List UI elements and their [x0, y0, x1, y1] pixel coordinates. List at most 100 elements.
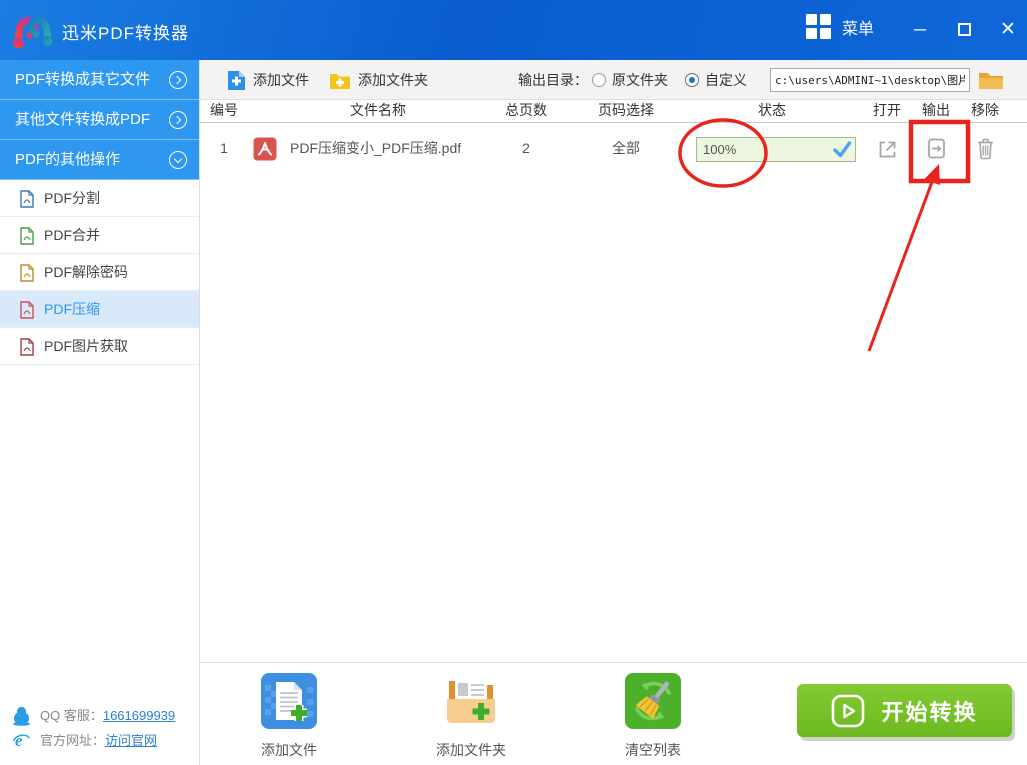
close-button[interactable]: ✕	[992, 14, 1024, 46]
chevron-right-icon	[169, 111, 187, 129]
add-file-label: 添加文件	[253, 70, 309, 90]
support-block: QQ 客服：1661699939 e 官方网址：访问官网	[0, 703, 200, 753]
progress-bar: 100%	[696, 137, 856, 162]
sidebar-item-label: PDF分割	[44, 190, 100, 206]
folder-icon	[978, 69, 1004, 90]
output-folder-button[interactable]	[925, 137, 948, 160]
sidebar-item-label: PDF压缩	[44, 301, 100, 317]
progress-percent: 100%	[703, 138, 736, 162]
col-filename: 文件名称	[350, 100, 406, 121]
chevron-down-icon	[169, 151, 187, 169]
add-file-button[interactable]: 添加文件	[227, 60, 309, 100]
add-file-big-icon	[261, 673, 317, 729]
start-convert-button[interactable]: 开始转换	[797, 684, 1012, 737]
sidebar-item-pdf-remove-password[interactable]: PDF解除密码	[0, 254, 199, 291]
sidebar-item-label: PDF图片获取	[44, 338, 128, 354]
start-convert-label: 开始转换	[881, 695, 977, 727]
browse-folder-button[interactable]	[978, 69, 1004, 91]
col-output: 输出	[922, 100, 950, 121]
qq-support-row: QQ 客服：1661699939	[0, 703, 200, 728]
annotation-arrow-line	[869, 182, 932, 351]
col-open: 打开	[873, 100, 901, 121]
output-dir-label: 输出目录：	[518, 60, 588, 100]
grid-menu-icon	[806, 14, 832, 40]
add-folder-button[interactable]: 添加文件夹	[329, 60, 428, 100]
row-page-selection[interactable]: 全部	[608, 124, 644, 172]
sidebar-item-pdf-extract-images[interactable]: PDF图片获取	[0, 328, 199, 365]
add-file-icon	[227, 70, 246, 91]
website-row: e 官方网址：访问官网	[0, 728, 200, 753]
qq-number-link[interactable]: 1661699939	[103, 708, 175, 723]
sidebar-item-pdf-compress[interactable]: PDF压缩	[0, 291, 199, 328]
app-window: 迅米PDF转换器 菜单 ─ ✕ PDF转换成其它文件 其他文件转换成PDF PD…	[0, 0, 1027, 765]
footer-clear-list-button[interactable]: 清空列表	[603, 673, 703, 760]
col-pages: 总页数	[505, 100, 547, 121]
external-link-icon	[875, 137, 898, 160]
footer-add-file-button[interactable]: 添加文件	[239, 673, 339, 760]
radio-dot-icon	[685, 73, 699, 87]
app-title: 迅米PDF转换器	[62, 19, 189, 44]
table-header: 编号 文件名称 总页数 页码选择 状态 打开 输出 移除	[200, 100, 1027, 123]
add-folder-icon	[329, 71, 351, 90]
group-label: PDF转换成其它文件	[15, 71, 150, 88]
sidebar: PDF转换成其它文件 其他文件转换成PDF PDF的其他操作 PDF分割 PDF…	[0, 60, 200, 765]
trash-icon	[975, 137, 996, 160]
col-range: 页码选择	[598, 100, 654, 121]
sidebar-item-pdf-merge[interactable]: PDF合并	[0, 217, 199, 254]
add-folder-big-icon	[443, 673, 499, 729]
sidebar-group-pdf-operations[interactable]: PDF的其他操作	[0, 140, 199, 180]
maximize-icon	[958, 23, 971, 36]
maximize-button[interactable]	[948, 14, 980, 46]
menu-button[interactable]: 菜单	[806, 14, 874, 40]
col-index: 编号	[210, 100, 238, 121]
minimize-button[interactable]: ─	[904, 14, 936, 46]
remove-file-button[interactable]	[975, 137, 996, 160]
footer-divider	[200, 662, 1027, 663]
pdf-file-icon	[20, 227, 34, 245]
app-logo-icon	[10, 9, 56, 51]
row-filename: PDF压缩变小_PDF压缩.pdf	[290, 124, 461, 172]
sidebar-group-pdf-to-other[interactable]: PDF转换成其它文件	[0, 60, 199, 100]
group-label: 其他文件转换成PDF	[15, 111, 150, 128]
group-label: PDF的其他操作	[15, 151, 120, 168]
table-row: 1 PDF压缩变小_PDF压缩.pdf 2 全部 100%	[200, 124, 1027, 172]
footer-clear-list-label: 清空列表	[603, 740, 703, 760]
footer-add-folder-label: 添加文件夹	[421, 740, 521, 760]
pdf-file-icon	[20, 190, 34, 208]
qq-label: QQ 客服：	[40, 708, 103, 723]
export-arrow-icon	[925, 137, 948, 160]
radio-custom-label: 自定义	[705, 70, 747, 90]
pdf-file-icon	[253, 137, 277, 161]
sidebar-item-label: PDF解除密码	[44, 264, 128, 280]
toolbar: 添加文件 添加文件夹 输出目录： 原文件夹 自定义	[200, 60, 1027, 100]
menu-label: 菜单	[842, 15, 874, 39]
radio-custom-folder[interactable]: 自定义	[685, 60, 747, 100]
footer-add-folder-button[interactable]: 添加文件夹	[421, 673, 521, 760]
website-label: 官方网址：	[40, 733, 105, 748]
pdf-file-icon	[20, 301, 34, 319]
col-remove: 移除	[971, 100, 999, 121]
sidebar-item-pdf-split[interactable]: PDF分割	[0, 180, 199, 217]
radio-circle-icon	[592, 73, 606, 87]
row-total-pages: 2	[516, 124, 536, 172]
qq-icon	[12, 706, 31, 726]
svg-text:e: e	[15, 731, 23, 750]
pdf-file-icon	[20, 338, 34, 356]
open-file-button[interactable]	[875, 137, 898, 160]
footer-add-file-label: 添加文件	[239, 740, 339, 760]
output-path-input[interactable]	[770, 68, 970, 92]
play-icon	[831, 694, 865, 728]
title-bar: 迅米PDF转换器 菜单 ─ ✕	[0, 0, 1027, 60]
sidebar-group-other-to-pdf[interactable]: 其他文件转换成PDF	[0, 100, 199, 140]
row-index: 1	[214, 124, 234, 172]
col-status: 状态	[758, 100, 786, 121]
add-folder-label: 添加文件夹	[358, 70, 428, 90]
radio-source-label: 原文件夹	[612, 70, 668, 90]
chevron-right-icon	[169, 71, 187, 89]
pdf-file-icon	[20, 264, 34, 282]
clear-list-icon	[625, 673, 681, 729]
website-link[interactable]: 访问官网	[105, 733, 157, 748]
check-icon	[832, 140, 852, 159]
radio-source-folder[interactable]: 原文件夹	[592, 60, 668, 100]
sidebar-item-label: PDF合并	[44, 227, 100, 243]
